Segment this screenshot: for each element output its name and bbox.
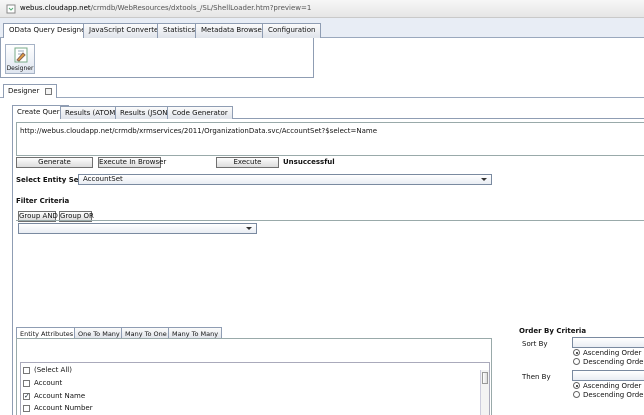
query-url-textbox[interactable]: http://webus.cloudapp.net/crmdb/xrmservi… bbox=[16, 122, 644, 156]
then-descending-label: Descending Order bbox=[583, 391, 644, 399]
order-by-title: Order By Criteria bbox=[519, 327, 587, 335]
top-tab-bar: OData Query Designer JavaScript Converte… bbox=[0, 18, 644, 39]
account-label: Account bbox=[34, 379, 63, 387]
sort-by-dropdown[interactable] bbox=[572, 337, 644, 348]
document-tab-strip: Designer bbox=[0, 84, 644, 98]
account-name-checkbox[interactable]: ✓ bbox=[23, 393, 30, 400]
close-icon[interactable] bbox=[45, 87, 53, 95]
filter-criteria-label: Filter Criteria bbox=[16, 197, 70, 205]
tab-metadata-browser[interactable]: Metadata Browser bbox=[195, 23, 271, 38]
tab-odata-query-designer[interactable]: OData Query Designer bbox=[3, 23, 95, 39]
attribute-list-scrollbar[interactable] bbox=[480, 370, 489, 415]
account-number-checkbox[interactable] bbox=[23, 405, 30, 412]
filter-criteria-area bbox=[16, 220, 644, 325]
sort-ascending-label: Ascending Order bbox=[583, 349, 642, 357]
select-all-checkbox[interactable] bbox=[23, 367, 30, 374]
sort-by-label: Sort By bbox=[522, 340, 548, 348]
tab-code-generator[interactable]: Code Generator bbox=[167, 106, 233, 119]
execute-in-browser-button[interactable]: Execute In Browser bbox=[98, 157, 166, 168]
then-by-label: Then By bbox=[522, 373, 551, 381]
filter-field-dropdown[interactable] bbox=[18, 223, 257, 234]
tab-results-atom[interactable]: Results (ATOM) bbox=[60, 106, 124, 119]
account-number-label: Account Number bbox=[34, 404, 93, 412]
designer-button[interactable]: Designer bbox=[5, 44, 35, 74]
execution-status: Unsuccessful bbox=[283, 158, 335, 166]
then-descending-radio[interactable] bbox=[573, 391, 580, 398]
account-name-label: Account Name bbox=[34, 392, 86, 400]
entity-set-dropdown[interactable]: AccountSet bbox=[78, 174, 492, 185]
tab-designer-label: Designer bbox=[8, 87, 40, 95]
tab-javascript-converter[interactable]: JavaScript Converter bbox=[83, 23, 168, 38]
page-icon bbox=[6, 4, 16, 14]
sort-ascending-radio[interactable] bbox=[573, 349, 580, 356]
tab-designer[interactable]: Designer bbox=[3, 84, 58, 98]
designer-button-label: Designer bbox=[6, 65, 34, 72]
url-text[interactable]: webus.cloudapp.net/crmdb/WebResources/dx… bbox=[20, 4, 311, 12]
entity-set-value: AccountSet bbox=[83, 175, 123, 183]
execute-button[interactable]: Execute bbox=[216, 157, 279, 168]
then-ascending-radio[interactable] bbox=[573, 382, 580, 389]
tab-configuration[interactable]: Configuration bbox=[262, 23, 322, 38]
chevron-down-icon bbox=[246, 227, 252, 230]
then-by-dropdown[interactable] bbox=[572, 370, 644, 381]
sort-descending-label: Descending Order bbox=[583, 358, 644, 366]
generate-button[interactable]: Generate bbox=[16, 157, 93, 168]
chevron-down-icon bbox=[481, 178, 487, 181]
address-bar[interactable]: webus.cloudapp.net/crmdb/WebResources/dx… bbox=[0, 0, 644, 18]
then-ascending-label: Ascending Order bbox=[583, 382, 642, 390]
scrollbar-thumb[interactable] bbox=[482, 372, 488, 384]
ribbon: Designer bbox=[0, 38, 314, 78]
designer-icon bbox=[14, 47, 28, 63]
select-all-label: (Select All) bbox=[34, 366, 72, 374]
entity-set-label: Select Entity Set bbox=[16, 176, 82, 184]
account-checkbox[interactable] bbox=[23, 380, 30, 387]
sort-descending-radio[interactable] bbox=[573, 358, 580, 365]
